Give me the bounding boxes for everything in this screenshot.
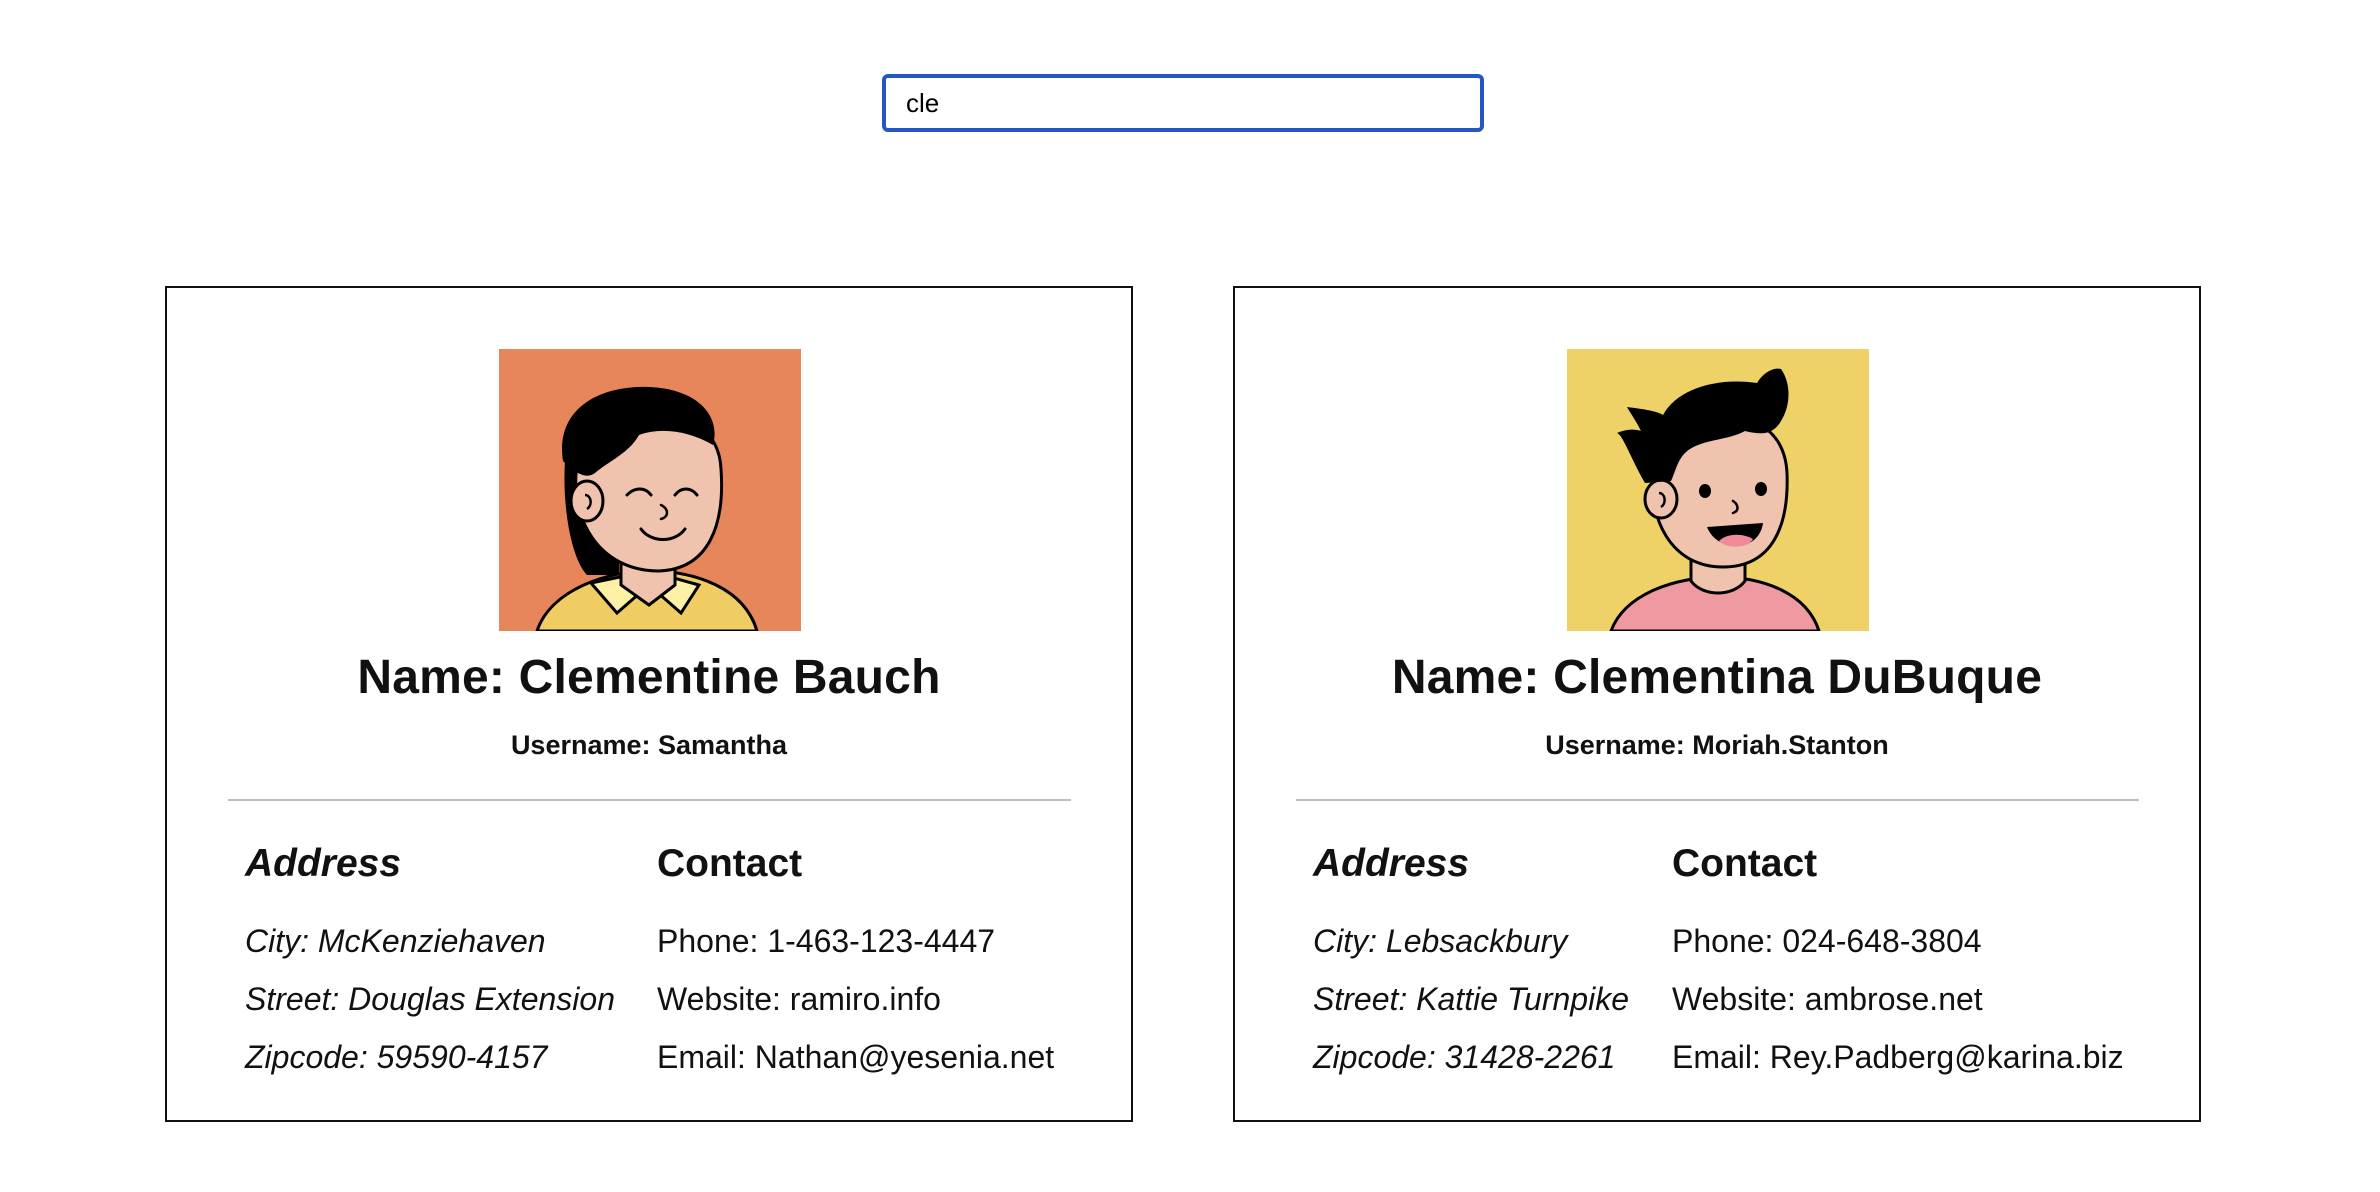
contact-website: Website: ramiro.info: [657, 980, 941, 1017]
address-zipcode: Zipcode: 59590-4157: [245, 1038, 548, 1075]
search-box: [882, 74, 1484, 132]
divider: [1296, 799, 2139, 801]
address-section: Address City: Lebsackbury Street: Kattie…: [1313, 842, 1629, 1086]
contact-email: Email: Rey.Padberg@karina.biz: [1672, 1038, 2124, 1075]
address-city: City: McKenziehaven: [245, 922, 546, 959]
avatar-woman-winking-icon: [499, 349, 801, 631]
user-username: Username: Moriah.Stanton: [1545, 730, 1889, 760]
user-name: Name: Clementina DuBuque: [1391, 651, 2043, 704]
user-name: Name: Clementine Bauch: [357, 651, 941, 704]
contact-section: Contact Phone: 1-463-123-4447 Website: r…: [657, 842, 1055, 1086]
contact-phone: Phone: 1-463-123-4447: [657, 922, 996, 959]
address-street: Street: Kattie Turnpike: [1313, 980, 1629, 1017]
search-input[interactable]: [882, 74, 1484, 132]
page: Name: Clementine Bauch Username: Samanth…: [0, 0, 2380, 1192]
address-city: City: Lebsackbury: [1313, 922, 1568, 959]
user-card: Name: Clementine Bauch Username: Samanth…: [165, 286, 1133, 1122]
avatar: [1567, 349, 1869, 631]
avatar-man-smiling-icon: [1567, 349, 1869, 631]
contact-heading: Contact: [1672, 842, 1818, 885]
address-heading: Address: [245, 842, 402, 885]
contact-section: Contact Phone: 024-648-3804 Website: amb…: [1672, 842, 2124, 1086]
card-list: Name: Clementine Bauch Username: Samanth…: [165, 286, 2215, 1126]
user-card: Name: Clementina DuBuque Username: Moria…: [1233, 286, 2201, 1122]
address-street: Street: Douglas Extension: [245, 980, 615, 1017]
address-zipcode: Zipcode: 31428-2261: [1313, 1038, 1616, 1075]
contact-phone: Phone: 024-648-3804: [1672, 922, 1982, 959]
contact-website: Website: ambrose.net: [1672, 980, 1983, 1017]
contact-heading: Contact: [657, 842, 803, 885]
address-section: Address City: McKenziehaven Street: Doug…: [245, 842, 615, 1086]
address-heading: Address: [1313, 842, 1470, 885]
contact-email: Email: Nathan@yesenia.net: [657, 1038, 1055, 1075]
divider: [228, 799, 1071, 801]
user-username: Username: Samantha: [510, 730, 788, 760]
avatar: [499, 349, 801, 631]
